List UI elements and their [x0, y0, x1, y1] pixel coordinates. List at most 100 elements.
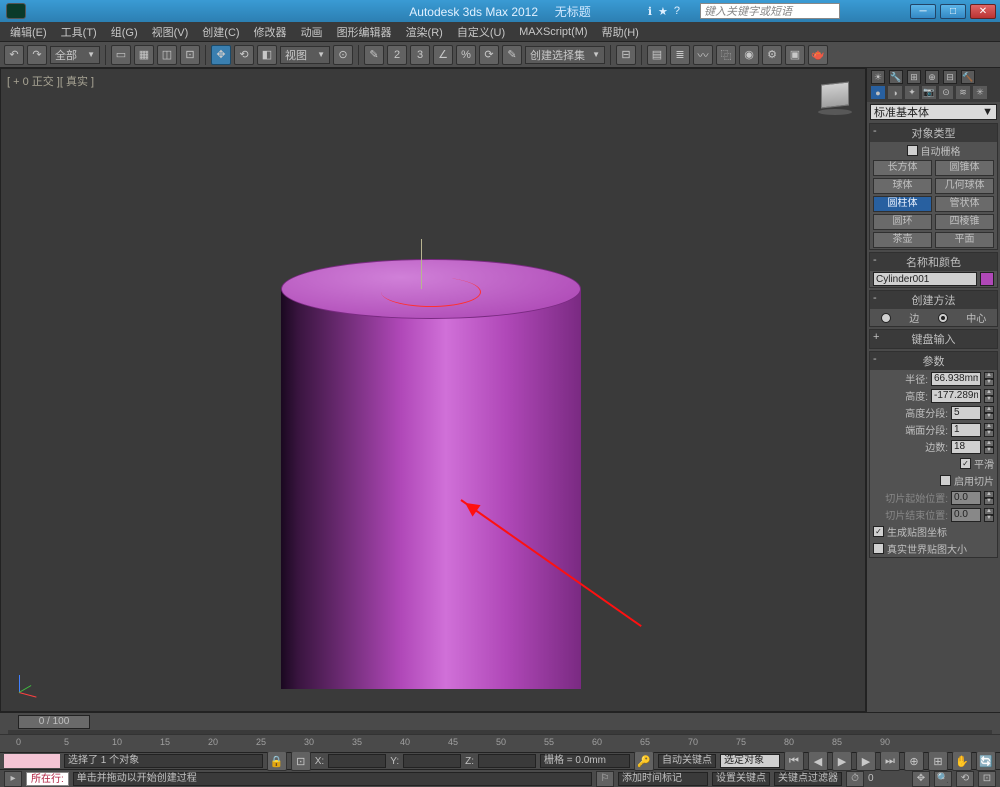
render-setup-icon[interactable]: ⚙ — [762, 45, 782, 65]
radius-spinner[interactable]: ▲▼ — [984, 372, 994, 386]
helpers-tab-icon[interactable]: ⊙ — [939, 86, 953, 99]
keyboard-entry-header[interactable]: +键盘输入 — [870, 330, 997, 348]
hseg-spinner[interactable]: ▲▼ — [984, 406, 994, 420]
render-icon[interactable]: 🫖 — [808, 45, 828, 65]
creation-method-header[interactable]: -创建方法 — [870, 291, 997, 309]
maximize-button[interactable]: □ — [940, 4, 966, 19]
toggle-icon[interactable]: ▸ — [4, 771, 22, 787]
menu-views[interactable]: 视图(V) — [146, 22, 195, 42]
render-frame-icon[interactable]: ▣ — [785, 45, 805, 65]
named-selection-dropdown[interactable]: 创建选择集▼ — [525, 46, 605, 64]
nav-icon4[interactable]: 🔄 — [976, 751, 996, 771]
slice-on-checkbox[interactable] — [940, 475, 951, 486]
pivot-icon[interactable]: ⊙ — [333, 45, 353, 65]
pyramid-button[interactable]: 四棱锥 — [935, 214, 994, 230]
move-icon[interactable]: ✥ — [211, 45, 231, 65]
cameras-tab-icon[interactable]: 📷 — [922, 86, 936, 99]
autogrid-checkbox[interactable] — [907, 145, 918, 156]
name-color-header[interactable]: -名称和颜色 — [870, 253, 997, 271]
center-radio[interactable] — [938, 313, 948, 323]
color-swatch[interactable] — [980, 272, 994, 286]
star-icon[interactable]: ★ — [658, 5, 668, 18]
nav-pan-icon[interactable]: ✥ — [912, 771, 930, 787]
time-slider[interactable]: 0 / 100 — [0, 712, 1000, 734]
lock-icon[interactable]: 🔒 — [267, 751, 287, 771]
close-button[interactable]: ✕ — [970, 4, 996, 19]
goto-start-icon[interactable]: ⏮ — [784, 751, 804, 771]
edge-radio[interactable] — [881, 313, 891, 323]
menu-animation[interactable]: 动画 — [295, 22, 329, 42]
align-icon[interactable]: ▤ — [647, 45, 667, 65]
menu-maxscript[interactable]: MAXScript(M) — [513, 24, 593, 40]
height-input[interactable] — [931, 389, 981, 403]
height-spinner[interactable]: ▲▼ — [984, 389, 994, 403]
smooth-checkbox[interactable]: ✓ — [960, 458, 971, 469]
angle-snap-icon[interactable]: ∠ — [433, 45, 453, 65]
time-tag-field[interactable]: 添加时间标记 — [618, 772, 708, 786]
viewcube[interactable] — [815, 79, 855, 119]
key-filter-dropdown[interactable]: 选定对象 — [720, 754, 780, 768]
select-region-icon[interactable]: ◫ — [157, 45, 177, 65]
object-name-input[interactable] — [873, 272, 977, 286]
tube-button[interactable]: 管状体 — [935, 196, 994, 212]
menu-customize[interactable]: 自定义(U) — [451, 22, 511, 42]
z-coord[interactable] — [478, 754, 536, 768]
lights-tab-icon[interactable]: ✦ — [905, 86, 919, 99]
y-coord[interactable] — [403, 754, 461, 768]
manip-icon[interactable]: ✎ — [364, 45, 384, 65]
percent-snap-icon[interactable]: % — [456, 45, 476, 65]
menu-create[interactable]: 创建(C) — [196, 22, 245, 42]
plane-button[interactable]: 平面 — [935, 232, 994, 248]
genmap-checkbox[interactable]: ✓ — [873, 526, 884, 537]
next-frame-icon[interactable]: ▶ — [856, 751, 876, 771]
teapot-button[interactable]: 茶壶 — [873, 232, 932, 248]
edit-named-icon[interactable]: ✎ — [502, 45, 522, 65]
setkey-button[interactable]: 设置关键点 — [712, 772, 770, 786]
frame-input[interactable]: 0 — [868, 773, 908, 784]
keyfilter-button[interactable]: 关键点过滤器 — [774, 772, 842, 786]
time-config-icon[interactable]: ⏱ — [846, 771, 864, 787]
play-icon[interactable]: ▶ — [832, 751, 852, 771]
scale-icon[interactable]: ◧ — [257, 45, 277, 65]
sides-input[interactable] — [951, 440, 981, 454]
cylinder-object[interactable] — [281, 259, 581, 689]
torus-button[interactable]: 圆环 — [873, 214, 932, 230]
window-crossing-icon[interactable]: ⊡ — [180, 45, 200, 65]
category-dropdown[interactable]: 标准基本体▼ — [870, 104, 997, 120]
hierarchy-icon[interactable]: ⊟ — [943, 70, 957, 84]
schematic-icon[interactable]: ⿻ — [716, 45, 736, 65]
viewport-label[interactable]: [ + 0 正交 ][ 真实 ] — [7, 73, 94, 89]
layers-icon[interactable]: ≣ — [670, 45, 690, 65]
material-editor-icon[interactable]: ◉ — [739, 45, 759, 65]
cone-button[interactable]: 圆锥体 — [935, 160, 994, 176]
spinner-snap-icon[interactable]: ⟳ — [479, 45, 499, 65]
geosphere-button[interactable]: 几何球体 — [935, 178, 994, 194]
radius-input[interactable] — [931, 372, 981, 386]
nav-icon2[interactable]: ⊞ — [928, 751, 948, 771]
x-coord[interactable] — [328, 754, 386, 768]
menu-group[interactable]: 组(G) — [105, 22, 144, 42]
select-name-icon[interactable]: ▦ — [134, 45, 154, 65]
help-search[interactable]: 键入关键字或短语 — [700, 3, 840, 19]
geometry-tab-icon[interactable]: ● — [871, 86, 885, 99]
menu-rendering[interactable]: 渲染(R) — [400, 22, 449, 42]
nav-icon1[interactable]: ⊕ — [904, 751, 924, 771]
minimize-button[interactable]: ─ — [910, 4, 936, 19]
menu-grapheditors[interactable]: 图形编辑器 — [331, 22, 398, 42]
snap3-icon[interactable]: 3 — [410, 45, 430, 65]
prev-frame-icon[interactable]: ◀ — [808, 751, 828, 771]
menu-tools[interactable]: 工具(T) — [55, 22, 103, 42]
script-mini-listener[interactable] — [4, 754, 60, 768]
snap2-icon[interactable]: 2 — [387, 45, 407, 65]
selection-filter[interactable]: 全部▼ — [50, 46, 100, 64]
redo-icon[interactable]: ↷ — [27, 45, 47, 65]
viewport[interactable]: [ + 0 正交 ][ 真实 ] — [0, 68, 866, 712]
undo-icon[interactable]: ↶ — [4, 45, 24, 65]
shapes-tab-icon[interactable]: ◑ — [888, 86, 902, 99]
display-icon[interactable]: ⊞ — [907, 70, 921, 84]
timetag-icon[interactable]: ⚐ — [596, 771, 614, 787]
systems-tab-icon[interactable]: ✳ — [973, 86, 987, 99]
cylinder-button[interactable]: 圆柱体 — [873, 196, 932, 212]
select-icon[interactable]: ▭ — [111, 45, 131, 65]
autokey-button[interactable]: 自动关键点 — [658, 754, 716, 768]
